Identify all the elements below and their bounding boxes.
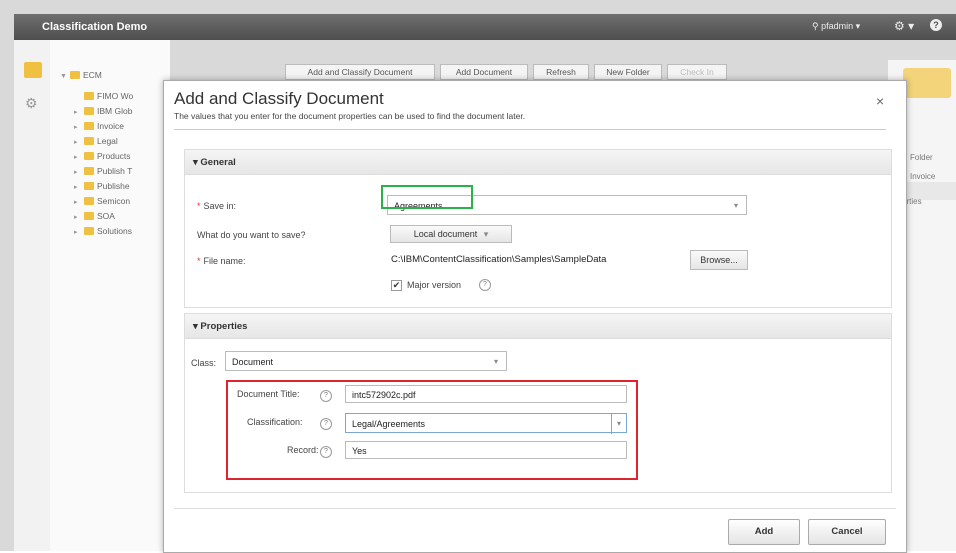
- user-menu[interactable]: ⚲ pfadmin ▾: [812, 21, 860, 32]
- section-title: ▾ General: [193, 157, 236, 168]
- file-name-label: * File name:: [197, 256, 246, 266]
- folder-icon: [84, 107, 94, 115]
- class-select[interactable]: Document ▾: [225, 351, 507, 371]
- folder-icon: [84, 212, 94, 220]
- folder-icon: [84, 227, 94, 235]
- required-marker: *: [197, 256, 201, 266]
- app-title: Classification Demo: [42, 21, 148, 33]
- browse-button[interactable]: Browse...: [690, 250, 748, 270]
- tree-item-label: ECM: [83, 70, 102, 80]
- chevron-down-icon: ▾: [483, 229, 489, 239]
- detail-text: Invoice: [910, 172, 936, 181]
- tree-item[interactable]: ▸ Solutions: [74, 226, 132, 239]
- folder-icon: [84, 152, 94, 160]
- add-and-classify-button[interactable]: Add and Classify Document: [285, 64, 435, 80]
- tree-item-label: Publishe: [97, 181, 130, 191]
- general-section: ▾ General * Save in: Agreements ▾ What do…: [184, 149, 892, 308]
- save-in-label: * Save in:: [197, 201, 236, 211]
- tree-item-label: Products: [97, 151, 131, 161]
- add-button[interactable]: Add: [728, 519, 800, 545]
- chevron-down-icon: ▾: [493, 357, 498, 366]
- expand-icon[interactable]: ▸: [74, 123, 84, 131]
- chevron-down-icon: ▾: [733, 201, 738, 210]
- check-in-button[interactable]: Check In: [667, 64, 727, 80]
- left-rail: ⚙: [14, 40, 51, 551]
- tree-item[interactable]: ▸ Publish T: [74, 166, 132, 179]
- section-title: ▾ Properties: [193, 321, 248, 332]
- general-section-header[interactable]: ▾ General: [185, 150, 891, 175]
- expand-icon[interactable]: ▸: [74, 168, 84, 176]
- folder-icon: [84, 137, 94, 145]
- dialog-title: Add and Classify Document: [174, 89, 384, 108]
- add-classify-dialog: Add and Classify Document The values tha…: [163, 80, 907, 553]
- dialog-description: The values that you enter for the docume…: [174, 111, 526, 121]
- folder-icon: [84, 122, 94, 130]
- folder-icon: [70, 71, 80, 79]
- expand-icon[interactable]: ▸: [74, 213, 84, 221]
- help-icon[interactable]: ?: [479, 279, 491, 291]
- highlight-box: [381, 185, 473, 209]
- folder-icon: [903, 68, 951, 98]
- chevron-down-icon: ▾: [855, 21, 861, 31]
- user-icon: ⚲: [812, 21, 822, 31]
- tree-item-label: Solutions: [97, 226, 132, 236]
- gear-icon[interactable]: ⚙ ▾: [894, 19, 914, 33]
- folder-icon[interactable]: [24, 62, 42, 78]
- expand-icon[interactable]: ▸: [74, 108, 84, 116]
- divider: [174, 508, 896, 509]
- tree-root[interactable]: ▼ ECM: [60, 70, 102, 83]
- folder-icon: [84, 167, 94, 175]
- folder-tree: ▼ ECM FIMO Wo ▸ IBM Glob ▸ Invoice ▸ Legal ▸…: [50, 40, 170, 551]
- tree-item-label: Invoice: [97, 121, 124, 131]
- tree-item-label: Semicon: [97, 196, 131, 206]
- divider: [174, 129, 886, 130]
- class-value: Document: [232, 357, 274, 367]
- tree-item[interactable]: ▸ Publishe: [74, 181, 130, 194]
- new-folder-button[interactable]: New Folder: [594, 64, 662, 80]
- what-label: What do you want to save?: [197, 230, 306, 240]
- major-version-label: Major version: [407, 280, 462, 290]
- folder-icon: [84, 197, 94, 205]
- tree-item[interactable]: ▸ Products: [74, 151, 131, 164]
- tree-item-label: Publish T: [97, 166, 133, 176]
- highlight-box: [226, 380, 638, 480]
- tree-item-label: Legal: [97, 136, 118, 146]
- tree-item[interactable]: ▸ Invoice: [74, 121, 124, 134]
- screen: Classification Demo ⚲ pfadmin ▾ ⚙ ▾ ? ⚙ …: [0, 0, 956, 553]
- tree-item[interactable]: FIMO Wo: [84, 91, 133, 104]
- label-text: File name:: [203, 256, 246, 266]
- detail-text: Folder: [910, 153, 933, 162]
- expand-icon[interactable]: ▸: [74, 198, 84, 206]
- expand-icon[interactable]: ▼: [60, 73, 70, 80]
- class-label: Class:: [191, 358, 217, 368]
- document-type-value: Local document: [413, 229, 478, 239]
- tree-item[interactable]: ▸ IBM Glob: [74, 106, 132, 119]
- close-icon[interactable]: ×: [876, 93, 884, 109]
- folder-icon: [84, 92, 94, 100]
- tree-item[interactable]: ▸ Semicon: [74, 196, 130, 209]
- expand-icon[interactable]: ▸: [74, 228, 84, 236]
- major-version-checkbox[interactable]: ✔: [391, 280, 402, 291]
- expand-icon[interactable]: ▸: [74, 153, 84, 161]
- properties-section-header[interactable]: ▾ Properties: [185, 314, 891, 339]
- tree-item-label: IBM Glob: [97, 106, 133, 116]
- expand-icon[interactable]: ▸: [74, 138, 84, 146]
- folder-icon: [84, 182, 94, 190]
- label-text: Save in:: [203, 201, 237, 211]
- help-icon[interactable]: ?: [930, 19, 942, 31]
- expand-icon[interactable]: ▸: [74, 183, 84, 191]
- tree-item[interactable]: ▸ SOA: [74, 211, 115, 224]
- tree-item-label: SOA: [97, 211, 115, 221]
- tree-item-label: FIMO Wo: [97, 91, 134, 101]
- app-header: Classification Demo ⚲ pfadmin ▾ ⚙ ▾ ?: [14, 14, 956, 40]
- refresh-button[interactable]: Refresh: [533, 64, 589, 80]
- user-name: pfadmin: [821, 21, 854, 31]
- file-name-field[interactable]: C:\IBM\ContentClassification\Samples\Sam…: [387, 250, 691, 270]
- cancel-button[interactable]: Cancel: [808, 519, 886, 545]
- gear-icon[interactable]: ⚙: [25, 95, 38, 112]
- add-document-button[interactable]: Add Document: [440, 64, 528, 80]
- required-marker: *: [197, 201, 201, 211]
- document-type-select[interactable]: Local document ▾: [390, 225, 512, 243]
- tree-item[interactable]: ▸ Legal: [74, 136, 118, 149]
